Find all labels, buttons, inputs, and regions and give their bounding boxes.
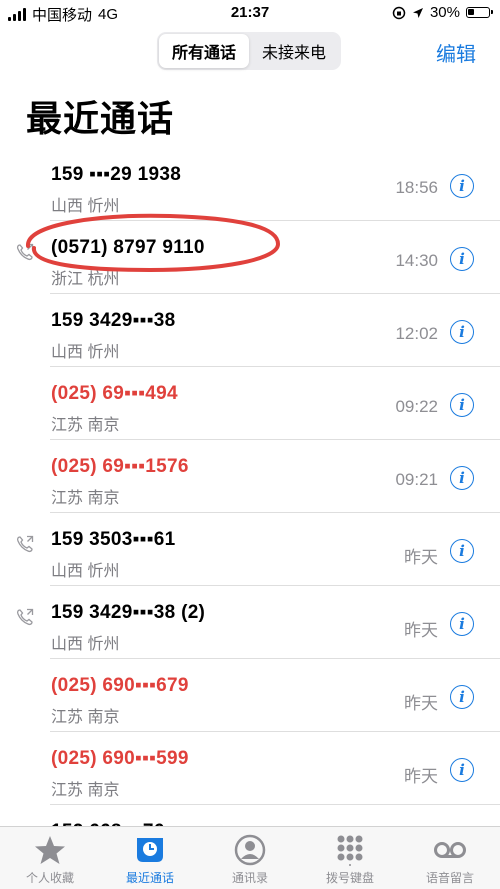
info-button[interactable]: i [450, 393, 474, 417]
tab-contacts[interactable]: 通讯录 [200, 827, 300, 889]
call-time: 昨天 [404, 694, 438, 713]
caller-location: 山西 忻州 [51, 198, 120, 215]
tab-label: 个人收藏 [25, 871, 74, 885]
caller-location: 江苏 南京 [51, 709, 120, 726]
call-row[interactable]: (025) 69▪▪▪494 江苏 南京 09:22 i [0, 367, 500, 440]
call-row[interactable]: 159 3429▪▪▪38 山西 忻州 12:02 i [0, 294, 500, 367]
call-time: 昨天 [404, 548, 438, 567]
info-button[interactable]: i [450, 466, 474, 490]
call-row[interactable]: (025) 690▪▪▪599 江苏 南京 昨天 i [0, 732, 500, 805]
caller-name: 159 3503▪▪▪61 [51, 529, 176, 550]
tab-bar: 个人收藏 最近通话 通讯录 拨号键盘 语音留言 [0, 826, 500, 889]
calls-filter-segmented: 所有通话 未接来电 [157, 32, 341, 70]
caller-name: (025) 69▪▪▪1576 [51, 456, 189, 477]
edit-button[interactable]: 编辑 [436, 38, 476, 67]
call-row[interactable]: (0571) 8797 9110 浙江 杭州 14:30 i [0, 221, 500, 294]
info-button[interactable]: i [450, 247, 474, 271]
call-time: 09:21 [395, 470, 438, 489]
call-time: 18:56 [395, 178, 438, 197]
recent-calls-list: 159 ▪▪▪29 1938 山西 忻州 18:56 i (0571) 8797 911… [0, 148, 500, 878]
call-time: 昨天 [404, 621, 438, 640]
call-time: 09:22 [395, 397, 438, 416]
status-right: 30% [392, 4, 493, 21]
call-time: 昨天 [404, 767, 438, 786]
info-icon: i [459, 250, 465, 268]
call-row[interactable]: 159 3429▪▪▪38 (2) 山西 忻州 昨天 i [0, 586, 500, 659]
tab-all-calls[interactable]: 所有通话 [159, 34, 249, 68]
location-icon [412, 7, 423, 18]
page-title: 最近通话 [26, 98, 175, 139]
caller-name: 159 ▪▪▪29 1938 [51, 164, 182, 185]
outgoing-call-icon [16, 608, 34, 626]
info-icon: i [459, 542, 465, 560]
caller-location: 山西 忻州 [51, 636, 120, 653]
caller-name: (0571) 8797 9110 [51, 237, 205, 258]
info-icon: i [459, 177, 465, 195]
tab-label: 最近通话 [125, 871, 174, 885]
info-button[interactable]: i [450, 320, 474, 344]
voicemail-icon [434, 842, 466, 858]
star-icon [35, 836, 65, 864]
caller-name: 159 3429▪▪▪38 [51, 310, 176, 331]
caller-name: (025) 690▪▪▪679 [51, 675, 189, 696]
info-icon: i [459, 688, 465, 706]
tab-voicemail[interactable]: 语音留言 [400, 827, 500, 889]
caller-name: 159 3429▪▪▪38 (2) [51, 602, 206, 623]
contact-icon [234, 834, 266, 866]
caller-location: 浙江 杭州 [51, 271, 120, 288]
info-icon: i [459, 615, 465, 633]
info-icon: i [459, 396, 465, 414]
info-button[interactable]: i [450, 539, 474, 563]
keypad-icon [337, 835, 363, 866]
info-button[interactable]: i [450, 174, 474, 198]
tab-label: 拨号键盘 [325, 871, 374, 885]
caller-location: 江苏 南京 [51, 782, 120, 799]
caller-location: 山西 忻州 [51, 344, 120, 361]
call-row[interactable]: (025) 690▪▪▪679 江苏 南京 昨天 i [0, 659, 500, 732]
info-button[interactable]: i [450, 685, 474, 709]
battery-percent: 30% [429, 4, 460, 21]
info-button[interactable]: i [450, 612, 474, 636]
tab-label: 语音留言 [425, 871, 474, 885]
tab-label: 通讯录 [231, 871, 268, 885]
caller-name: (025) 69▪▪▪494 [51, 383, 178, 404]
caller-location: 山西 忻州 [51, 563, 120, 580]
outgoing-call-icon [16, 535, 34, 553]
tab-recents[interactable]: 最近通话 [100, 827, 200, 889]
tab-favorites[interactable]: 个人收藏 [0, 827, 100, 889]
call-row[interactable]: (025) 69▪▪▪1576 江苏 南京 09:21 i [0, 440, 500, 513]
call-time: 14:30 [395, 251, 438, 270]
call-time: 12:02 [395, 324, 438, 343]
info-icon: i [459, 469, 465, 487]
tab-keypad[interactable]: 拨号键盘 [300, 827, 400, 889]
caller-location: 江苏 南京 [51, 417, 120, 434]
status-bar: 中国移动 4G 21:37 30% [0, 0, 500, 28]
caller-name: (025) 690▪▪▪599 [51, 748, 189, 769]
battery-icon [466, 7, 493, 18]
info-icon: i [459, 323, 465, 341]
tab-missed-calls[interactable]: 未接来电 [249, 34, 339, 68]
clock-icon [137, 838, 163, 862]
call-row[interactable]: 159 3503▪▪▪61 山西 忻州 昨天 i [0, 513, 500, 586]
call-row[interactable]: 159 ▪▪▪29 1938 山西 忻州 18:56 i [0, 148, 500, 221]
info-button[interactable]: i [450, 758, 474, 782]
outgoing-call-icon [16, 243, 34, 261]
info-icon: i [459, 761, 465, 779]
caller-location: 江苏 南京 [51, 490, 120, 507]
orientation-lock-icon [392, 6, 406, 19]
